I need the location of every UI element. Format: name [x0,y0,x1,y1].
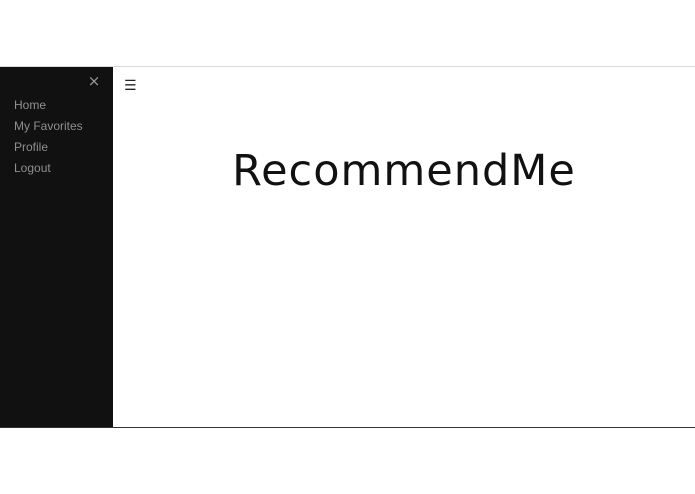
nav-item-my-favorites[interactable]: My Favorites [14,116,83,137]
nav-item-logout[interactable]: Logout [14,158,83,179]
main-content: ☰ RecommendMe [113,67,695,427]
page-title: RecommendMe [232,146,576,196]
nav-item-profile[interactable]: Profile [14,137,83,158]
nav-item-home[interactable]: Home [14,95,83,116]
nav-list: Home My Favorites Profile Logout [14,95,83,179]
menu-icon[interactable]: ☰ [124,79,137,93]
app-window: × Home My Favorites Profile Logout ☰ Rec… [0,66,695,428]
close-icon[interactable]: × [86,72,102,90]
side-nav: × Home My Favorites Profile Logout [0,67,113,427]
